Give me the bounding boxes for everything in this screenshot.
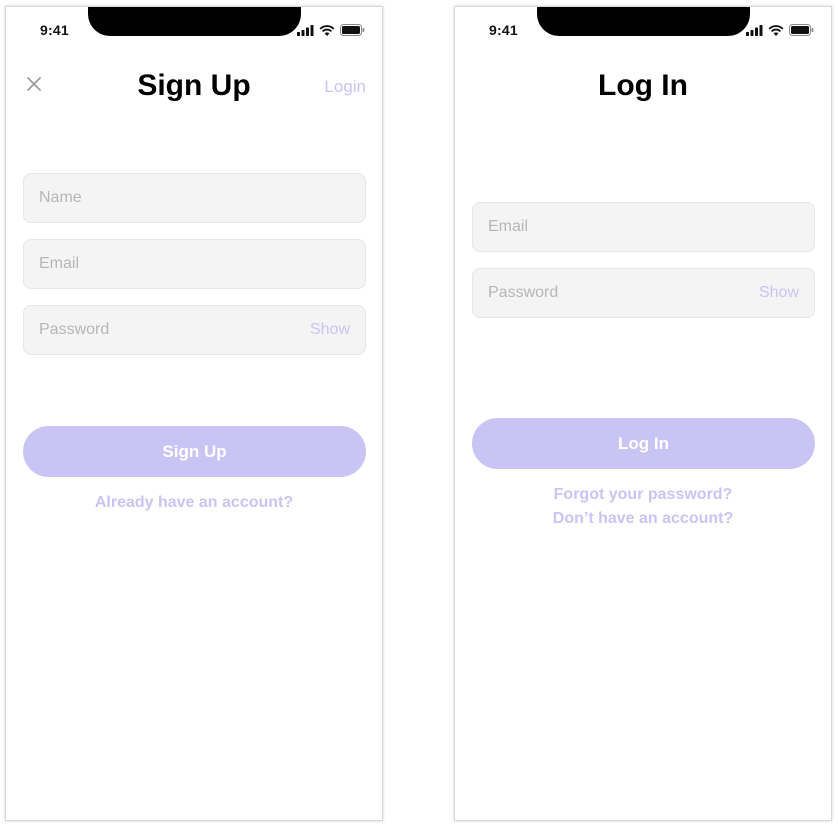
name-input[interactable] xyxy=(39,189,350,207)
notch xyxy=(537,7,750,36)
signup-screen: 9:41 Sign Up Login Show xyxy=(5,6,383,821)
status-icons xyxy=(297,24,365,36)
email-field[interactable] xyxy=(23,239,366,289)
password-input[interactable] xyxy=(39,321,310,339)
password-field[interactable]: Show xyxy=(23,305,366,355)
battery-icon xyxy=(340,24,365,36)
name-field[interactable] xyxy=(23,173,366,223)
wifi-icon xyxy=(768,24,784,36)
password-field[interactable]: Show xyxy=(472,268,815,318)
already-have-account-link[interactable]: Already have an account? xyxy=(6,494,382,512)
email-input[interactable] xyxy=(488,218,799,236)
forgot-password-link[interactable]: Forgot your password? xyxy=(455,486,831,504)
login-button[interactable]: Log In xyxy=(472,418,815,469)
email-field[interactable] xyxy=(472,202,815,252)
wifi-icon xyxy=(319,24,335,36)
page-title: Log In xyxy=(598,69,688,102)
email-input[interactable] xyxy=(39,255,350,273)
signal-icon xyxy=(297,24,314,36)
battery-icon xyxy=(789,24,814,36)
login-screen: 9:41 Log In Show Log In Forgot your pass… xyxy=(454,6,832,821)
notch xyxy=(88,7,301,36)
dont-have-account-link[interactable]: Don’t have an account? xyxy=(455,510,831,528)
signup-button[interactable]: Sign Up xyxy=(23,426,366,477)
status-time: 9:41 xyxy=(40,22,69,38)
signal-icon xyxy=(746,24,763,36)
show-password-button[interactable]: Show xyxy=(759,284,799,302)
status-icons xyxy=(746,24,814,36)
password-input[interactable] xyxy=(488,284,759,302)
status-time: 9:41 xyxy=(489,22,518,38)
login-link[interactable]: Login xyxy=(324,77,366,97)
show-password-button[interactable]: Show xyxy=(310,321,350,339)
